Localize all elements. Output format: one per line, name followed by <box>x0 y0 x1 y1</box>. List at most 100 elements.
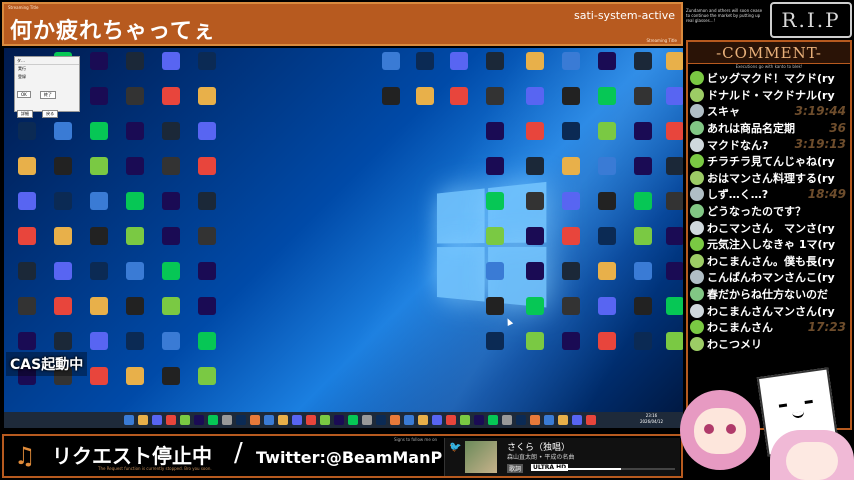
desktop-icon[interactable] <box>120 332 150 362</box>
desktop-icon[interactable] <box>48 262 78 292</box>
desktop-icon[interactable] <box>592 192 622 222</box>
desktop-icon[interactable] <box>660 332 683 362</box>
taskbar-app-icon[interactable] <box>250 415 260 425</box>
windows-taskbar[interactable]: 23:16 2026/04/12 <box>4 412 683 428</box>
desktop-icon[interactable] <box>192 367 222 397</box>
desktop-icon[interactable] <box>480 262 510 292</box>
taskbar-app-icon[interactable] <box>586 415 596 425</box>
desktop-icon[interactable] <box>84 192 114 222</box>
taskbar-app-icon[interactable] <box>516 415 526 425</box>
desktop-icon[interactable] <box>84 122 114 152</box>
taskbar-app-icon[interactable] <box>292 415 302 425</box>
taskbar-app-icon[interactable] <box>572 415 582 425</box>
desktop-icon[interactable] <box>660 297 683 327</box>
desktop-icon[interactable] <box>556 227 586 257</box>
taskbar-app-icon[interactable] <box>390 415 400 425</box>
taskbar-app-icon[interactable] <box>320 415 330 425</box>
desktop-icon[interactable] <box>120 122 150 152</box>
desktop-icon[interactable] <box>192 52 222 82</box>
taskbar-app-icon[interactable] <box>348 415 358 425</box>
taskbar-app-icon[interactable] <box>236 415 246 425</box>
dialog-detail-button[interactable]: 詳細 <box>17 110 33 118</box>
desktop-icon[interactable] <box>556 332 586 362</box>
desktop-icon[interactable] <box>120 262 150 292</box>
desktop-icon[interactable] <box>376 52 406 82</box>
desktop-icon[interactable] <box>12 262 42 292</box>
desktop-icon[interactable] <box>410 52 440 82</box>
desktop-icon[interactable] <box>120 227 150 257</box>
taskbar-app-icon[interactable] <box>264 415 274 425</box>
desktop-icon[interactable] <box>84 297 114 327</box>
desktop-icon[interactable] <box>48 157 78 187</box>
desktop-icon[interactable] <box>556 157 586 187</box>
desktop-icon[interactable] <box>520 227 550 257</box>
taskbar-clock[interactable]: 23:16 2026/04/12 <box>640 413 663 425</box>
taskbar-app-icon[interactable] <box>502 415 512 425</box>
desktop-icon[interactable] <box>12 227 42 257</box>
desktop-icon[interactable] <box>556 262 586 292</box>
taskbar-app-icon[interactable] <box>208 415 218 425</box>
desktop-icon[interactable] <box>156 227 186 257</box>
desktop-icon[interactable] <box>480 122 510 152</box>
desktop-icon[interactable] <box>444 87 474 117</box>
desktop-icon[interactable] <box>520 87 550 117</box>
desktop-icon[interactable] <box>628 157 658 187</box>
desktop-icon[interactable] <box>192 262 222 292</box>
desktop-icon[interactable] <box>628 332 658 362</box>
desktop-icon[interactable] <box>84 157 114 187</box>
desktop-icon[interactable] <box>156 297 186 327</box>
desktop-icon[interactable] <box>192 192 222 222</box>
desktop-icon[interactable] <box>520 122 550 152</box>
desktop-icon[interactable] <box>660 122 683 152</box>
desktop-icon[interactable] <box>520 297 550 327</box>
taskbar-app-icon[interactable] <box>460 415 470 425</box>
taskbar-app-icon[interactable] <box>474 415 484 425</box>
desktop-icon[interactable] <box>628 122 658 152</box>
desktop-icon[interactable] <box>192 87 222 117</box>
desktop-icon[interactable] <box>192 122 222 152</box>
desktop-icon[interactable] <box>628 87 658 117</box>
desktop-icon[interactable] <box>520 157 550 187</box>
desktop-icon[interactable] <box>120 157 150 187</box>
desktop-icon[interactable] <box>48 227 78 257</box>
desktop-icon[interactable] <box>556 122 586 152</box>
desktop-icon[interactable] <box>592 87 622 117</box>
desktop-icon[interactable] <box>628 297 658 327</box>
desktop-icon[interactable] <box>192 297 222 327</box>
taskbar-app-icon[interactable] <box>418 415 428 425</box>
desktop-icon[interactable] <box>156 332 186 362</box>
dialog-exit-button[interactable]: 終了 <box>40 91 56 99</box>
taskbar-app-icon[interactable] <box>446 415 456 425</box>
taskbar-app-icon[interactable] <box>488 415 498 425</box>
desktop-icon[interactable] <box>192 157 222 187</box>
taskbar-app-icon[interactable] <box>180 415 190 425</box>
desktop-icon[interactable] <box>592 262 622 292</box>
desktop-icon[interactable] <box>84 52 114 82</box>
desktop-icon[interactable] <box>48 192 78 222</box>
desktop-icon[interactable] <box>660 227 683 257</box>
desktop-icon[interactable] <box>12 122 42 152</box>
desktop-icon[interactable] <box>556 192 586 222</box>
desktop-icon[interactable] <box>192 332 222 362</box>
desktop-icon[interactable] <box>628 262 658 292</box>
desktop-icon[interactable] <box>48 297 78 327</box>
desktop-icon[interactable] <box>660 262 683 292</box>
dialog-ok-button[interactable]: OK <box>17 91 31 98</box>
desktop-icon[interactable] <box>156 367 186 397</box>
desktop-icon[interactable] <box>520 262 550 292</box>
dialog-back-button[interactable]: 戻る <box>42 110 58 118</box>
desktop-icon[interactable] <box>84 262 114 292</box>
desktop-icon[interactable] <box>120 367 150 397</box>
desktop-icon[interactable] <box>120 87 150 117</box>
desktop-icon[interactable] <box>120 192 150 222</box>
taskbar-app-icon[interactable] <box>530 415 540 425</box>
desktop-icon[interactable] <box>376 87 406 117</box>
desktop-icon[interactable] <box>120 297 150 327</box>
taskbar-app-icon[interactable] <box>432 415 442 425</box>
desktop-icon[interactable] <box>480 52 510 82</box>
desktop-icon[interactable] <box>444 52 474 82</box>
taskbar-app-icon[interactable] <box>194 415 204 425</box>
desktop-icon[interactable] <box>480 157 510 187</box>
desktop-icon[interactable] <box>156 262 186 292</box>
desktop-icon[interactable] <box>192 227 222 257</box>
